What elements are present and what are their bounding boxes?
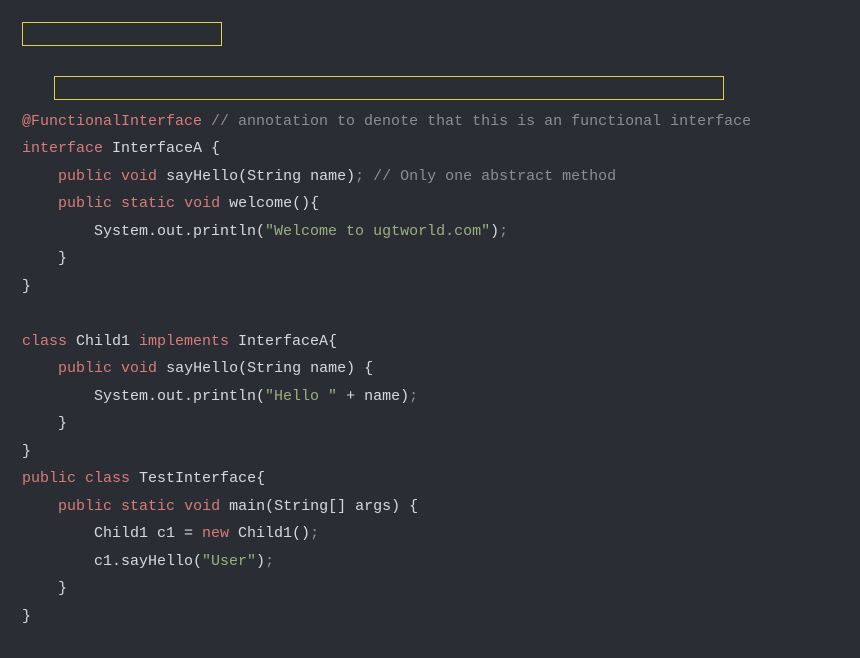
code-line-4: System.out.println("Welcome to ugtworld.…	[22, 218, 838, 246]
code-line-12: }	[22, 438, 838, 466]
brace: }	[22, 608, 31, 625]
keyword-new: new	[202, 525, 229, 542]
keyword-void: void	[121, 168, 157, 185]
annotation: @FunctionalInterface	[22, 113, 202, 130]
keyword-static: static	[121, 195, 175, 212]
code-line-9: public void sayHello(String name) {	[22, 355, 838, 383]
highlight-abstract-method	[54, 76, 724, 100]
keyword-interface: interface	[22, 140, 103, 157]
brace: }	[22, 415, 67, 432]
semicolon: ;	[355, 168, 364, 185]
keyword-class: class	[85, 470, 130, 487]
string-literal: "Hello "	[265, 388, 337, 405]
call: c1.sayHello(	[22, 553, 202, 570]
call: System.out.println(	[22, 388, 265, 405]
keyword-void: void	[184, 498, 220, 515]
semicolon: ;	[310, 525, 319, 542]
code-line-10: System.out.println("Hello " + name);	[22, 383, 838, 411]
keyword-void: void	[121, 360, 157, 377]
method-signature: sayHello(String name) {	[157, 360, 373, 377]
identifier: InterfaceA {	[103, 140, 220, 157]
keyword-void: void	[184, 195, 220, 212]
method-signature: main(String[] args) {	[220, 498, 418, 515]
declaration: Child1 c1 =	[22, 525, 202, 542]
code-line-13: public class TestInterface{	[22, 465, 838, 493]
identifier: InterfaceA{	[229, 333, 337, 350]
semicolon: ;	[265, 553, 274, 570]
code-line-5: }	[22, 245, 838, 273]
keyword-static: static	[121, 498, 175, 515]
code-line-14: public static void main(String[] args) {	[22, 493, 838, 521]
code-editor: @FunctionalInterface // annotation to de…	[22, 25, 838, 658]
brace: }	[22, 278, 31, 295]
code-line-1: interface InterfaceA {	[22, 135, 838, 163]
call: System.out.println(	[22, 223, 265, 240]
code-line-7	[22, 300, 838, 328]
code-line-17: }	[22, 575, 838, 603]
comment: // Only one abstract method	[364, 168, 616, 185]
brace: }	[22, 250, 67, 267]
keyword-public: public	[58, 195, 112, 212]
string-literal: "User"	[202, 553, 256, 570]
close-paren: )	[256, 553, 265, 570]
close-paren: )	[490, 223, 499, 240]
brace: }	[22, 443, 31, 460]
semicolon: ;	[499, 223, 508, 240]
code-line-16: c1.sayHello("User");	[22, 548, 838, 576]
keyword-public: public	[22, 470, 76, 487]
code-line-3: public static void welcome(){	[22, 190, 838, 218]
highlight-annotation	[22, 22, 222, 46]
code-line-2: public void sayHello(String name); // On…	[22, 163, 838, 191]
constructor: Child1()	[229, 525, 310, 542]
keyword-public: public	[58, 168, 112, 185]
keyword-public: public	[58, 498, 112, 515]
semicolon: ;	[409, 388, 418, 405]
comment: // annotation to denote that this is an …	[202, 113, 751, 130]
concat: + name)	[337, 388, 409, 405]
code-line-8: class Child1 implements InterfaceA{	[22, 328, 838, 356]
code-line-15: Child1 c1 = new Child1();	[22, 520, 838, 548]
method-signature: sayHello(String name)	[157, 168, 355, 185]
keyword-public: public	[58, 360, 112, 377]
identifier: Child1	[67, 333, 139, 350]
code-line-6: }	[22, 273, 838, 301]
identifier: TestInterface{	[130, 470, 265, 487]
code-line-0: @FunctionalInterface // annotation to de…	[22, 108, 838, 136]
keyword-class: class	[22, 333, 67, 350]
string-literal: "Welcome to ugtworld.com"	[265, 223, 490, 240]
keyword-implements: implements	[139, 333, 229, 350]
code-line-18: }	[22, 603, 838, 631]
method-signature: welcome(){	[220, 195, 319, 212]
code-line-11: }	[22, 410, 838, 438]
brace: }	[22, 580, 67, 597]
